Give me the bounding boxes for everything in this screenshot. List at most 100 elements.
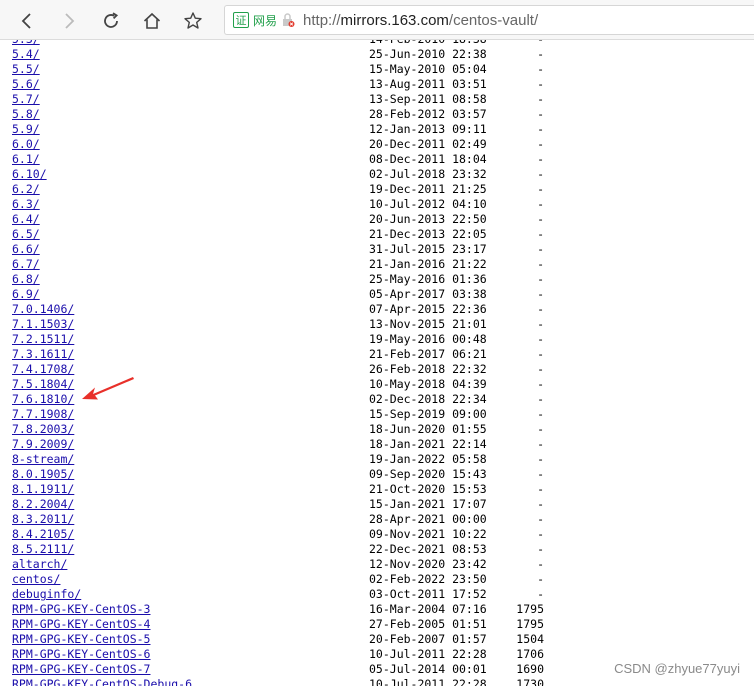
entry-link[interactable]: 6.4/ bbox=[12, 212, 40, 227]
entry-size: 1706 bbox=[516, 647, 544, 661]
entry-size: - bbox=[537, 257, 544, 271]
entry-link[interactable]: 6.9/ bbox=[12, 287, 40, 302]
entry-link[interactable]: 5.4/ bbox=[12, 47, 40, 62]
entry-link[interactable]: 7.8.2003/ bbox=[12, 422, 74, 437]
entry-date: 28-Feb-2012 03:57 bbox=[369, 107, 487, 121]
entry-size: - bbox=[537, 272, 544, 286]
entry-link[interactable]: 5.3/ bbox=[12, 40, 40, 47]
entry-link[interactable]: RPM-GPG-KEY-CentOS-6 bbox=[12, 647, 150, 662]
insecure-lock-icon[interactable] bbox=[281, 12, 295, 28]
entry-link[interactable]: 7.3.1611/ bbox=[12, 347, 74, 362]
table-row: 7.7.1908/15-Sep-2019 09:00 - bbox=[0, 407, 754, 422]
entry-link[interactable]: 5.5/ bbox=[12, 62, 40, 77]
entry-link[interactable]: 6.7/ bbox=[12, 257, 40, 272]
certificate-badge[interactable]: 证 bbox=[233, 12, 249, 28]
entry-size: - bbox=[537, 437, 544, 451]
entry-link[interactable]: debuginfo/ bbox=[12, 587, 81, 602]
forward-button[interactable] bbox=[56, 8, 82, 34]
bookmark-button[interactable] bbox=[180, 8, 206, 34]
entry-date: 25-May-2016 01:36 bbox=[369, 272, 487, 286]
entry-link[interactable]: 8.1.1911/ bbox=[12, 482, 74, 497]
entry-date: 20-Jun-2013 22:50 bbox=[369, 212, 487, 226]
entry-date: 26-Feb-2018 22:32 bbox=[369, 362, 487, 376]
entry-link[interactable]: RPM-GPG-KEY-CentOS-5 bbox=[12, 632, 150, 647]
entry-size: - bbox=[537, 242, 544, 256]
entry-link[interactable]: 6.1/ bbox=[12, 152, 40, 167]
entry-link[interactable]: centos/ bbox=[12, 572, 60, 587]
entry-link[interactable]: 6.0/ bbox=[12, 137, 40, 152]
entry-link[interactable]: 5.9/ bbox=[12, 122, 40, 137]
table-row: 7.1.1503/13-Nov-2015 21:01 - bbox=[0, 317, 754, 332]
entry-link[interactable]: 7.2.1511/ bbox=[12, 332, 74, 347]
table-row: 7.8.2003/18-Jun-2020 01:55 - bbox=[0, 422, 754, 437]
table-row: 5.3/14-Feb-2010 18:38 - bbox=[0, 40, 754, 47]
entry-link[interactable]: altarch/ bbox=[12, 557, 67, 572]
entry-size: 1504 bbox=[516, 632, 544, 646]
entry-link[interactable]: 6.5/ bbox=[12, 227, 40, 242]
table-row: 8.4.2105/09-Nov-2021 10:22 - bbox=[0, 527, 754, 542]
entry-size: - bbox=[537, 40, 544, 47]
entry-link[interactable]: RPM-GPG-KEY-CentOS-4 bbox=[12, 617, 150, 632]
entry-size: - bbox=[537, 62, 544, 76]
table-row: 7.9.2009/18-Jan-2021 22:14 - bbox=[0, 437, 754, 452]
entry-link[interactable]: RPM-GPG-KEY-CentOS-Debug-6 bbox=[12, 677, 192, 686]
entry-link[interactable]: 7.7.1908/ bbox=[12, 407, 74, 422]
table-row: 8.3.2011/28-Apr-2021 00:00 - bbox=[0, 512, 754, 527]
entry-link[interactable]: 6.2/ bbox=[12, 182, 40, 197]
entry-link[interactable]: 6.6/ bbox=[12, 242, 40, 257]
entry-size: - bbox=[537, 347, 544, 361]
entry-date: 10-Jul-2011 22:28 bbox=[369, 677, 487, 686]
entry-date: 15-Sep-2019 09:00 bbox=[369, 407, 487, 421]
entry-date: 02-Dec-2018 22:34 bbox=[369, 392, 487, 406]
entry-link[interactable]: RPM-GPG-KEY-CentOS-7 bbox=[12, 662, 150, 677]
entry-link[interactable]: 8.2.2004/ bbox=[12, 497, 74, 512]
entry-link[interactable]: 8-stream/ bbox=[12, 452, 74, 467]
entry-link[interactable]: 7.0.1406/ bbox=[12, 302, 74, 317]
entry-date: 02-Jul-2018 23:32 bbox=[369, 167, 487, 181]
entry-date: 21-Dec-2013 22:05 bbox=[369, 227, 487, 241]
entry-link[interactable]: 7.9.2009/ bbox=[12, 437, 74, 452]
entry-size: - bbox=[537, 92, 544, 106]
table-row: 6.10/02-Jul-2018 23:32 - bbox=[0, 167, 754, 182]
entry-date: 18-Jun-2020 01:55 bbox=[369, 422, 487, 436]
table-row: 8.5.2111/22-Dec-2021 08:53 - bbox=[0, 542, 754, 557]
entry-size: - bbox=[537, 137, 544, 151]
entry-link[interactable]: 7.4.1708/ bbox=[12, 362, 74, 377]
back-button[interactable] bbox=[14, 8, 40, 34]
entry-size: - bbox=[537, 107, 544, 121]
entry-link[interactable]: 6.3/ bbox=[12, 197, 40, 212]
entry-link[interactable]: 8.5.2111/ bbox=[12, 542, 74, 557]
entry-link[interactable]: 5.7/ bbox=[12, 92, 40, 107]
entry-link[interactable]: 5.6/ bbox=[12, 77, 40, 92]
entry-date: 19-May-2016 00:48 bbox=[369, 332, 487, 346]
entry-link[interactable]: 5.8/ bbox=[12, 107, 40, 122]
entry-link[interactable]: 8.4.2105/ bbox=[12, 527, 74, 542]
table-row: 6.2/19-Dec-2011 21:25 - bbox=[0, 182, 754, 197]
table-row: 7.3.1611/21-Feb-2017 06:21 - bbox=[0, 347, 754, 362]
table-row: 6.6/31-Jul-2015 23:17 - bbox=[0, 242, 754, 257]
entry-link[interactable]: 8.3.2011/ bbox=[12, 512, 74, 527]
entry-size: - bbox=[537, 422, 544, 436]
entry-size: - bbox=[537, 572, 544, 586]
entry-link[interactable]: 8.0.1905/ bbox=[12, 467, 74, 482]
entry-date: 10-May-2018 04:39 bbox=[369, 377, 487, 391]
reload-button[interactable] bbox=[98, 8, 124, 34]
entry-link[interactable]: 6.8/ bbox=[12, 272, 40, 287]
entry-size: - bbox=[537, 527, 544, 541]
table-row: RPM-GPG-KEY-CentOS-6 10-Jul-2011 22:28 170… bbox=[0, 647, 754, 662]
address-bar[interactable]: 证 网易 http://mirrors.163.com/centos-vault… bbox=[224, 5, 754, 35]
table-row: 6.3/10-Jul-2012 04:10 - bbox=[0, 197, 754, 212]
table-row: 6.0/20-Dec-2011 02:49 - bbox=[0, 137, 754, 152]
entry-size: - bbox=[537, 302, 544, 316]
entry-link[interactable]: RPM-GPG-KEY-CentOS-3 bbox=[12, 602, 150, 617]
home-button[interactable] bbox=[139, 8, 165, 34]
entry-link[interactable]: 7.6.1810/ bbox=[12, 392, 74, 407]
entry-link[interactable]: 6.10/ bbox=[12, 167, 47, 182]
entry-size: - bbox=[537, 467, 544, 481]
entry-link[interactable]: 7.5.1804/ bbox=[12, 377, 74, 392]
entry-date: 16-Mar-2004 07:16 bbox=[369, 602, 487, 616]
entry-link[interactable]: 7.1.1503/ bbox=[12, 317, 74, 332]
entry-size: - bbox=[537, 557, 544, 571]
entry-size: - bbox=[537, 47, 544, 61]
entry-date: 19-Jan-2022 05:58 bbox=[369, 452, 487, 466]
